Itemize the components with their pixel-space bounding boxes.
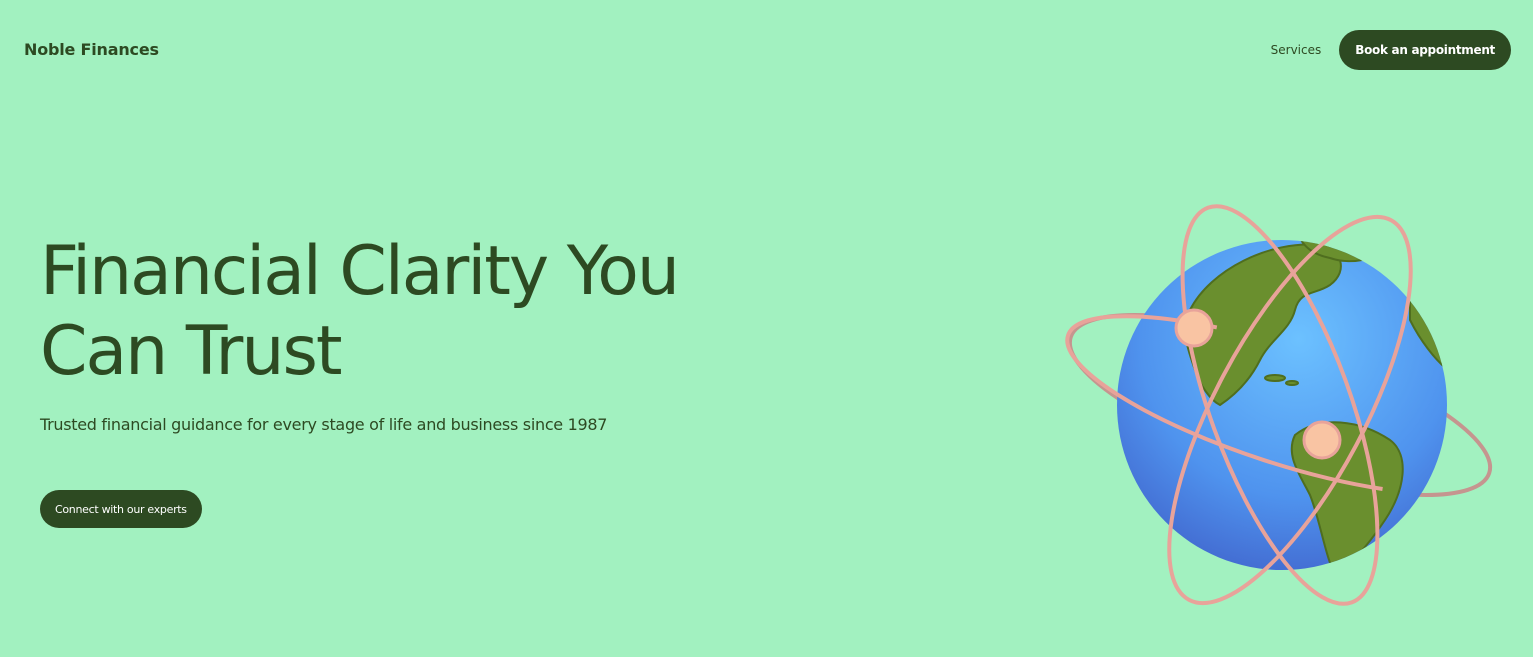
book-appointment-button[interactable]: Book an appointment	[1339, 30, 1511, 70]
hero-headline-line-1: Financial Clarity You	[40, 232, 680, 311]
brand-logo[interactable]: Noble Finances	[24, 40, 159, 59]
globe-icon	[1065, 204, 1499, 606]
hero-headline-line-2: Can Trust	[40, 312, 343, 391]
top-nav: Services Book an appointment	[1271, 30, 1511, 70]
nav-link-services[interactable]: Services	[1271, 43, 1322, 57]
globe-illustration	[1060, 200, 1500, 620]
hero-subtitle: Trusted financial guidance for every sta…	[40, 415, 608, 434]
orbit-node-south	[1302, 420, 1342, 460]
orbit-node-north	[1174, 308, 1214, 348]
hero-page: Noble Finances Services Book an appointm…	[0, 0, 1533, 657]
connect-experts-button[interactable]: Connect with our experts	[40, 490, 202, 528]
hero-headline: Financial Clarity You Can Trust	[40, 232, 760, 392]
